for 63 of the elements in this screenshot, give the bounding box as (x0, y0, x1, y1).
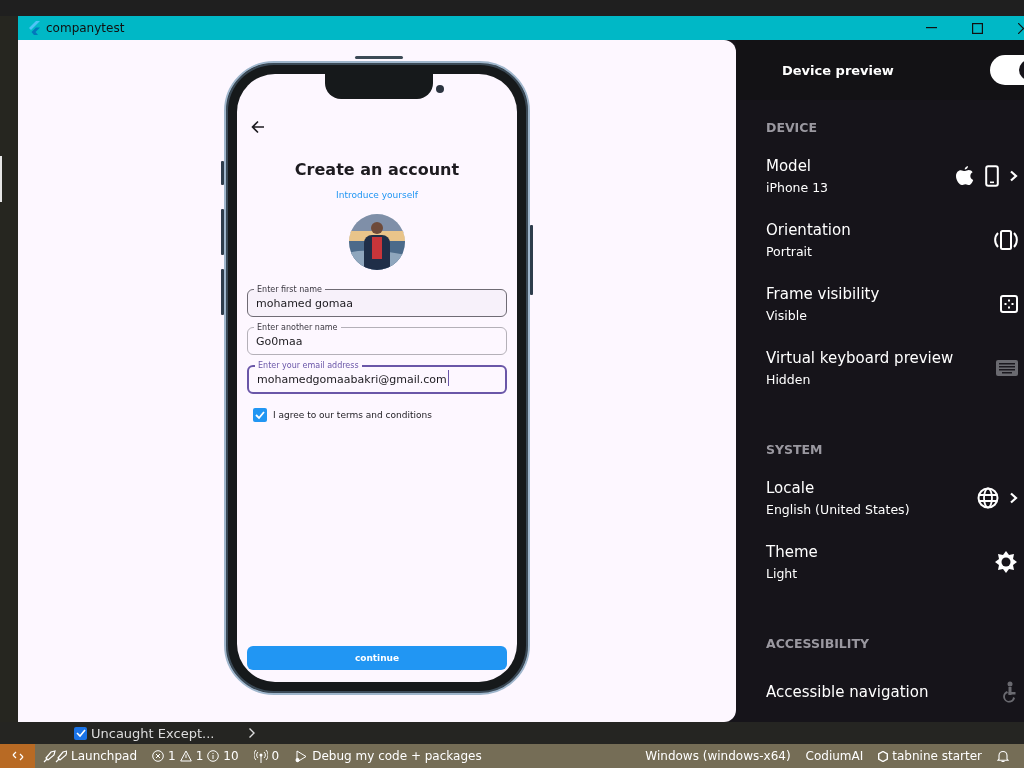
debug-config[interactable]: Debug my code + packages (312, 749, 482, 763)
section-heading: SYSTEM (766, 442, 824, 457)
minimize-icon[interactable] (925, 27, 937, 29)
window-title: companytest (46, 21, 125, 35)
setting-value: Portrait (766, 244, 813, 259)
setting-value: iPhone 13 (766, 180, 829, 195)
debug-run-icon[interactable] (294, 749, 309, 763)
globe-icon (977, 487, 999, 509)
broadcast-icon (253, 749, 268, 763)
chevron-right-icon[interactable] (248, 727, 257, 739)
app-logo-icon (28, 21, 40, 35)
rocket-icon (43, 749, 67, 763)
setting-label[interactable]: Accessible navigation (766, 683, 929, 701)
apple-icon (955, 165, 975, 187)
bell-icon[interactable] (997, 749, 1009, 763)
back-arrow-icon[interactable] (251, 120, 265, 134)
error-icon (152, 750, 165, 762)
setting-label[interactable]: Virtual keyboard preview (766, 349, 954, 367)
setting-label[interactable]: Frame visibility (766, 285, 880, 303)
active-indicator (0, 156, 2, 202)
accessibility-icon (1002, 681, 1018, 703)
checkbox-label: Uncaught Except... (91, 725, 215, 741)
checkbox[interactable] (253, 408, 267, 422)
error-count: 1 (168, 749, 176, 763)
ports-count[interactable]: 0 (271, 749, 280, 763)
checkbox-label: I agree to our terms and conditions (273, 410, 432, 420)
input-field[interactable]: Enter first name mohamed gomaa (247, 285, 507, 317)
close-icon[interactable] (1018, 22, 1024, 34)
panel-title: Device preview (782, 62, 894, 78)
camera-dot (436, 85, 444, 93)
remote-icon (11, 750, 24, 762)
speaker-grille (355, 56, 403, 59)
maximize-icon[interactable] (971, 22, 983, 34)
warning-icon (179, 750, 192, 762)
status-item[interactable]: CodiumAI (805, 749, 864, 763)
setting-label[interactable]: Orientation (766, 221, 851, 239)
launchpad-link[interactable]: Launchpad (71, 749, 138, 763)
rotate-phone-icon (994, 229, 1018, 251)
hexagon-icon (878, 750, 889, 762)
frame-icon (1000, 295, 1018, 313)
info-count: 10 (223, 749, 239, 763)
problems-indicator[interactable]: 1 1 10 (152, 749, 239, 763)
info-icon (207, 750, 220, 762)
subtitle: Introduce yourself (336, 190, 418, 200)
checkbox[interactable] (74, 726, 87, 740)
setting-label[interactable]: Theme (766, 543, 818, 561)
page-title: Create an account (294, 160, 460, 179)
setting-label[interactable]: Locale (766, 479, 910, 497)
setting-value: English (United States) (766, 502, 910, 517)
input-field[interactable]: Enter another name Go0maa (247, 323, 507, 355)
warning-count: 1 (195, 749, 204, 763)
phone-icon (985, 165, 999, 187)
setting-value: Visible (766, 308, 808, 323)
setting-value: Light (766, 566, 799, 581)
section-heading: ACCESSIBILITY (766, 636, 871, 651)
status-item[interactable]: tabnine starter (892, 749, 982, 763)
setting-value: Hidden (766, 372, 812, 387)
status-item[interactable]: Windows (windows-x64) (645, 749, 791, 763)
setting-label[interactable]: Model (766, 157, 829, 175)
keyboard-icon (996, 360, 1018, 376)
input-field[interactable]: Enter your email address mohamedgomaabakri@gmail.com (247, 361, 507, 394)
brightness-icon (994, 550, 1018, 574)
section-heading: DEVICE (766, 120, 818, 135)
